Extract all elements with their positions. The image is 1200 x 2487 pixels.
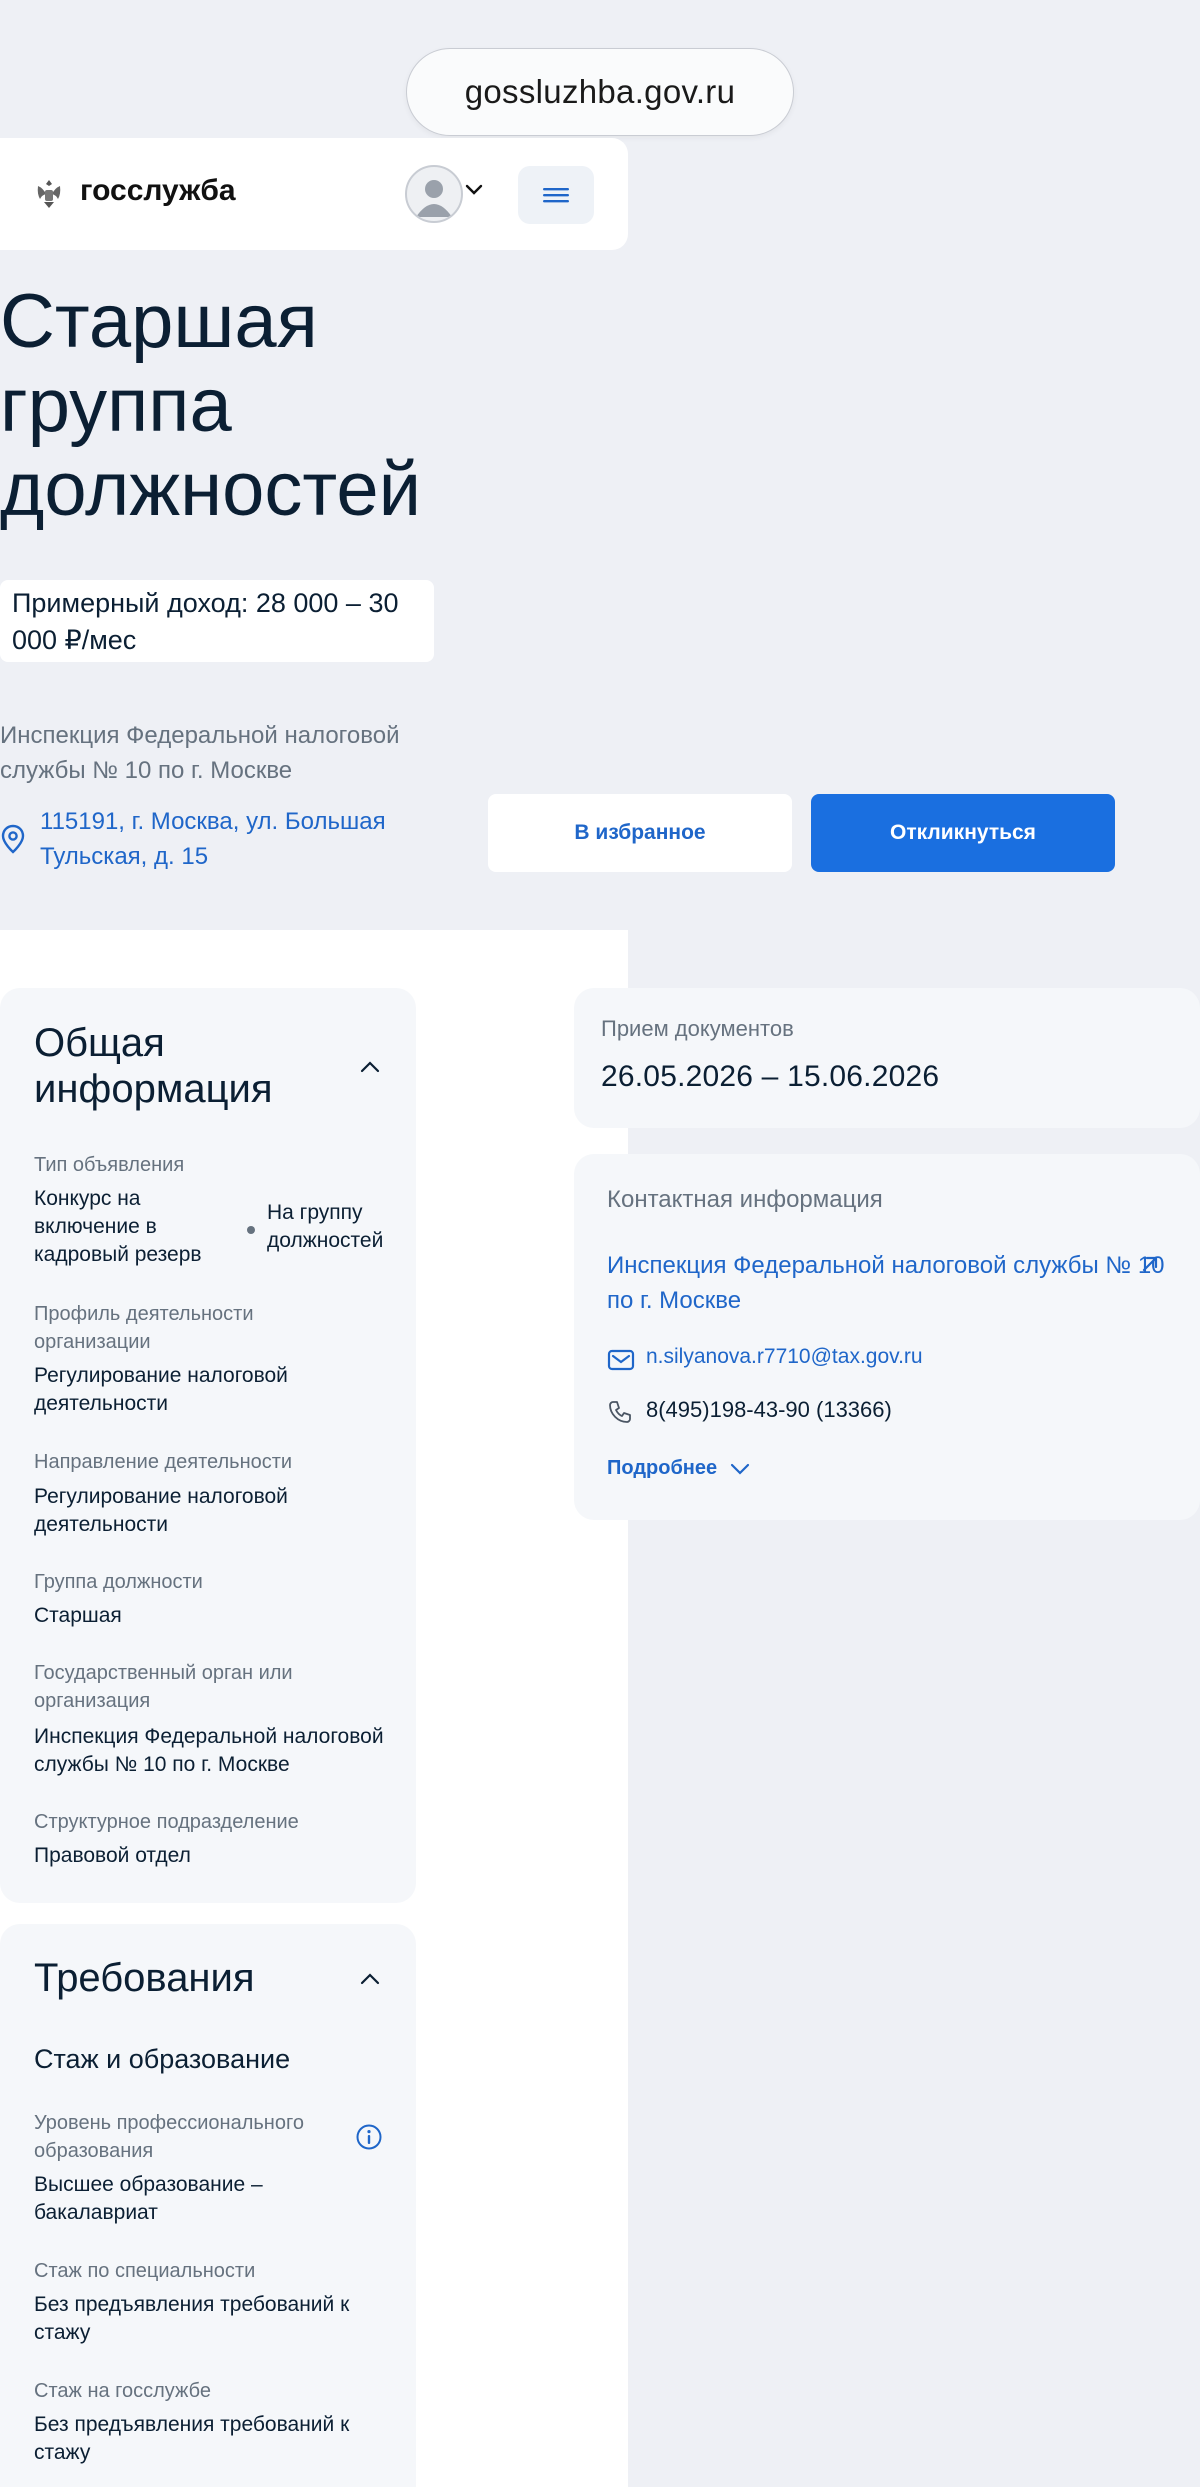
gov-label: Государственный орган или организация [34,1662,293,1712]
documents-dates: 26.05.2026 – 15.06.2026 [601,1060,940,1093]
external-link-icon[interactable] [1140,1254,1160,1274]
requirements-title: Требования [34,1956,255,2000]
gov-value: Инспекция Федеральной налоговой службы №… [34,1725,384,1776]
direction-value: Регулирование налоговой деятельности [34,1485,288,1536]
general-info-title: Общая информация [34,1021,273,1111]
address-bar[interactable]: gossluzhba.gov.ru [406,48,794,136]
unit-label: Структурное подразделение [34,1811,299,1833]
documents-label: Прием документов [601,1016,794,1041]
direction-label: Направление деятельности [34,1451,293,1473]
group-label: Группа должности [34,1571,203,1593]
ad-type-label: Тип объявления [34,1154,185,1176]
phone-icon [609,1401,631,1423]
unit-value: Правовой отдел [34,1844,191,1867]
profile-value: Регулирование налоговой деятельности [34,1364,288,1415]
ad-type-value-secondary: На группу должностей [267,1201,384,1252]
hamburger-menu-icon [543,188,569,203]
address-link[interactable]: 115191, г. Москва, ул. Большая Тульская,… [40,804,420,874]
page-title: Старшая группа должностей [0,279,422,532]
civil-service-experience-value: Без предъявления требований к стажу [34,2413,350,2464]
contact-org-link[interactable]: Инспекция Федеральной налоговой службы №… [607,1248,1167,1318]
site-logo[interactable]: госслужба [80,174,236,208]
coat-of-arms-icon [37,180,61,208]
location-pin-icon [1,824,25,854]
add-to-favorites-button[interactable]: В избранное [488,794,792,872]
ad-type-value: Конкурс на включение в кадровый резерв [34,1187,202,1266]
contact-phone[interactable]: 8(495)198-43-90 (13366) [646,1397,892,1423]
experience-education-heading: Стаж и образование [34,2044,291,2074]
info-icon[interactable] [355,2123,383,2151]
more-details-link[interactable]: Подробнее [607,1457,717,1480]
documents-card [574,988,1200,1128]
income-badge: Примерный доход: 28 000 – 30 000 ₽/мес [0,580,434,662]
chevron-down-icon[interactable] [464,183,484,197]
apply-button[interactable]: Откликнуться [811,794,1115,872]
menu-button[interactable] [518,166,594,224]
civil-service-experience-label: Стаж на госслужбе [34,2380,211,2402]
contact-title: Контактная информация [607,1186,883,1213]
chevron-up-icon[interactable] [359,1972,381,1986]
mail-icon [607,1349,635,1371]
chevron-up-icon[interactable] [359,1060,381,1074]
chevron-down-icon[interactable] [730,1463,750,1475]
bullet-dot [247,1226,255,1234]
profile-label: Профиль деятельности организации [34,1303,254,1353]
organization-name: Инспекция Федеральной налоговой службы №… [0,722,400,784]
group-value: Старшая [34,1604,122,1627]
specialty-experience-value: Без предъявления требований к стажу [34,2293,350,2344]
contact-email-link[interactable]: n.silyanova.r7710@tax.gov.ru [646,1345,923,1369]
user-avatar-icon[interactable] [405,165,463,223]
education-value: Высшее образование – бакалавриат [34,2173,263,2224]
education-label: Уровень профессионального образования [34,2112,304,2162]
specialty-experience-label: Стаж по специальности [34,2260,256,2282]
